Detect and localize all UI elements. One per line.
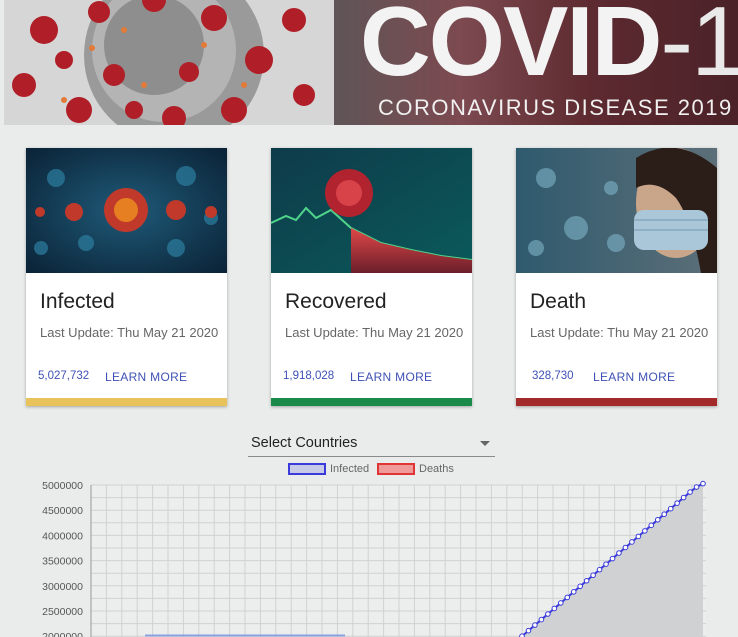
infected-point	[525, 627, 532, 634]
infected-point	[629, 539, 635, 545]
y-tick-label: 2000000	[42, 631, 83, 637]
last-update-text: Last Update: Thu May 21 2020	[530, 325, 709, 340]
y-tick-label: 4500000	[42, 505, 83, 517]
infected-count: 5,027,732	[38, 370, 90, 382]
infected-point	[564, 594, 571, 601]
legend-item-infected[interactable]: Infected	[288, 463, 369, 477]
infected-point	[590, 572, 596, 579]
infected-point	[583, 577, 590, 584]
cases-line-chart: 5000000 4500000 4000000 3500000 3000000 25000…	[42, 480, 706, 637]
infected-image	[26, 148, 227, 273]
infected-point	[577, 583, 583, 590]
infected-point	[616, 550, 622, 556]
card-title: Recovered	[285, 290, 387, 313]
card-accent-bar	[26, 398, 227, 406]
infected-point	[635, 533, 642, 540]
infected-point	[687, 489, 693, 495]
infected-point	[596, 566, 603, 573]
last-update-text: Last Update: Thu May 21 2020	[285, 325, 464, 340]
card-title: Infected	[40, 290, 115, 313]
infected-point	[557, 600, 564, 606]
infected-point	[609, 555, 616, 562]
y-tick-label: 3500000	[42, 556, 83, 568]
last-update-text: Last Update: Thu May 21 2020	[40, 325, 219, 340]
infected-point	[622, 544, 629, 551]
infected-point	[642, 528, 648, 534]
legend-swatch-infected	[288, 463, 326, 476]
select-countries-dropdown[interactable]: Select Countries	[248, 432, 495, 457]
infected-point	[570, 589, 577, 595]
card-death: Death Last Update: Thu May 21 2020 328,7…	[516, 148, 717, 406]
covid-banner: COVID-19 CORONAVIRUS DISEASE 2019	[4, 0, 738, 125]
legend-label: Infected	[330, 463, 370, 475]
infected-point	[661, 511, 668, 518]
infected-point	[667, 505, 674, 512]
card-accent-bar	[516, 398, 717, 406]
infected-point	[532, 622, 538, 628]
card-accent-bar	[271, 398, 472, 406]
card-recovered: Recovered Last Update: Thu May 21 2020 1…	[271, 148, 472, 406]
infected-point	[680, 494, 687, 501]
legend-swatch-deaths	[377, 463, 415, 476]
recovered-image	[271, 148, 472, 273]
legend-label: Deaths	[419, 463, 454, 475]
y-tick-label: 2500000	[42, 606, 83, 618]
card-title: Death	[530, 290, 587, 313]
death-image	[516, 148, 717, 273]
death-count: 328,730	[532, 370, 574, 382]
learn-more-button[interactable]: LEARN MORE	[350, 370, 432, 384]
card-infected: Infected Last Update: Thu May 21 2020 5,…	[26, 148, 227, 406]
infected-point	[700, 480, 706, 487]
infected-point	[648, 522, 655, 529]
banner-subtitle: CORONAVIRUS DISEASE 2019	[378, 95, 733, 120]
y-tick-label: 5000000	[42, 480, 83, 492]
chevron-down-icon[interactable]	[480, 441, 490, 446]
banner-title: COVID-19	[360, 0, 738, 96]
infected-point	[603, 561, 609, 567]
infected-point	[545, 611, 551, 617]
learn-more-button[interactable]: LEARN MORE	[105, 370, 187, 384]
infected-point	[654, 516, 661, 523]
infected-point	[693, 484, 700, 490]
select-countries-label: Select Countries	[251, 435, 358, 451]
y-tick-label: 4000000	[42, 530, 83, 542]
learn-more-button[interactable]: LEARN MORE	[593, 370, 675, 384]
infected-point	[551, 605, 558, 612]
legend-item-deaths[interactable]: Deaths	[377, 463, 454, 477]
infected-point	[674, 500, 680, 506]
recovered-count: 1,918,028	[283, 370, 335, 382]
infected-point	[538, 616, 545, 623]
y-tick-label: 3000000	[42, 581, 83, 593]
coronavirus-illustration	[4, 0, 334, 125]
